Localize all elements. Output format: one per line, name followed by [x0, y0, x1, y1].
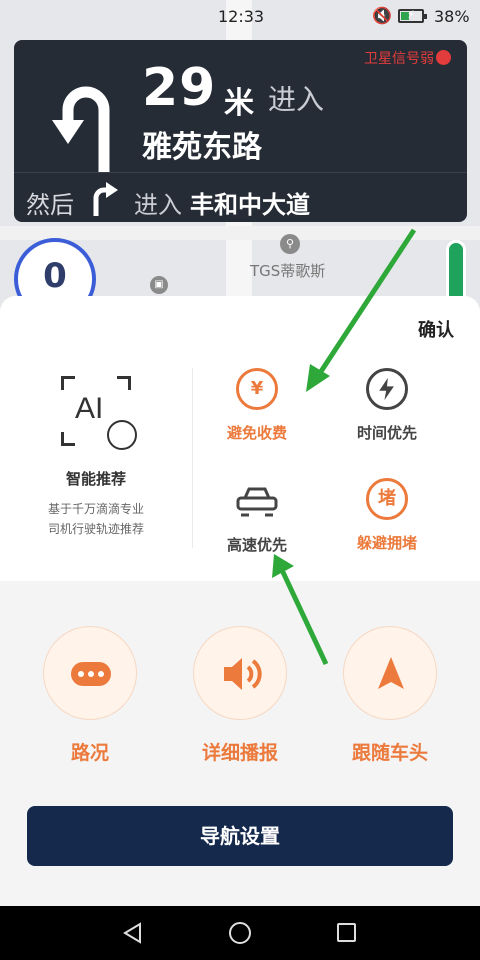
route-preference-sheet: 确认 AI 智能推荐 基于千万滴滴专业 司机行驶轨迹推荐 ¥ 避免收费 时间优先 — [0, 296, 480, 906]
clock: 12:33 — [218, 7, 265, 26]
confirm-button[interactable]: 确认 — [418, 316, 454, 342]
detailed-broadcast-button[interactable]: 详细播报 — [190, 626, 290, 765]
speed-value: 0 — [43, 256, 67, 296]
distance-unit: 米 — [224, 86, 254, 121]
avoid-toll-option[interactable]: ¥ 避免收费 — [202, 368, 312, 443]
map-poi-label: TGS蒂歌斯 — [250, 262, 326, 280]
then-action-label: 进入 — [134, 191, 182, 219]
time-first-option[interactable]: 时间优先 — [332, 368, 442, 443]
smart-recommend-option[interactable]: AI 智能推荐 基于千万滴滴专业 司机行驶轨迹推荐 — [0, 366, 192, 539]
then-label: 然后 — [26, 191, 74, 219]
map-road — [0, 226, 480, 240]
action-label: 进入 — [268, 83, 325, 116]
navigation-settings-button[interactable]: 导航设置 — [27, 806, 453, 866]
gps-status-label: 卫星信号弱 — [364, 51, 434, 67]
mute-icon: 🔇 — [372, 6, 392, 25]
home-icon[interactable] — [229, 922, 251, 944]
u-turn-icon — [52, 86, 110, 172]
next-road-name: 丰和中大道 — [190, 191, 310, 219]
recent-apps-icon[interactable] — [337, 923, 356, 942]
option-label: 避免收费 — [226, 424, 287, 442]
divider — [192, 368, 193, 548]
signal-weak-icon — [436, 50, 451, 65]
system-nav-bar — [0, 906, 480, 960]
distance-value: 29 — [142, 58, 217, 118]
charging-icon: ⚡ — [407, 8, 415, 21]
turn-guidance-card[interactable]: 29 米 进入 雅苑东路 卫星信号弱 然后 进入 丰和中大道 — [14, 40, 467, 222]
heading-up-label: 跟随车头 — [351, 742, 428, 764]
heading-arrow-icon — [343, 626, 437, 720]
ai-icon-text: AI — [75, 392, 104, 425]
status-bar: 12:33 🔇 ⚡ 38% — [0, 0, 480, 34]
option-label: 时间优先 — [356, 424, 417, 442]
option-label: 躲避拥堵 — [356, 534, 417, 552]
road-name: 雅苑东路 — [142, 130, 262, 165]
smart-recommend-desc-line: 司机行驶轨迹推荐 — [47, 522, 144, 536]
ai-recommend-icon: AI — [61, 376, 137, 450]
traffic-button[interactable]: 路况 — [40, 626, 140, 765]
restaurant-icon: ⚲ — [280, 234, 300, 254]
traffic-icon — [43, 626, 137, 720]
battery-percent: 38% — [434, 7, 470, 26]
highway-first-option[interactable]: 高速优先 — [202, 478, 312, 555]
turn-right-icon — [93, 182, 118, 216]
lightning-clock-icon — [366, 368, 408, 410]
preference-panel: 确认 AI 智能推荐 基于千万滴滴专业 司机行驶轨迹推荐 ¥ 避免收费 时间优先 — [0, 296, 480, 581]
lock-icon: ▣ — [150, 276, 168, 294]
congestion-icon: 堵 — [366, 478, 408, 520]
gps-status: 卫星信号弱 — [364, 48, 451, 68]
divider — [14, 172, 467, 173]
back-icon[interactable] — [122, 922, 144, 944]
avoid-congestion-option[interactable]: 堵 躲避拥堵 — [332, 478, 442, 553]
battery-icon: ⚡ — [398, 8, 427, 23]
smart-recommend-desc: 基于千万滴滴专业 司机行驶轨迹推荐 — [0, 499, 192, 539]
traffic-label: 路况 — [70, 742, 109, 764]
yen-icon: ¥ — [236, 368, 278, 410]
detailed-broadcast-label: 详细播报 — [201, 742, 278, 764]
highway-car-icon — [236, 487, 278, 517]
heading-up-button[interactable]: 跟随车头 — [340, 626, 440, 765]
speaker-icon — [193, 626, 287, 720]
smart-recommend-desc-line: 基于千万滴滴专业 — [47, 502, 144, 516]
option-label: 高速优先 — [226, 536, 287, 554]
driver-avatar-icon — [107, 420, 137, 450]
smart-recommend-title: 智能推荐 — [65, 470, 126, 488]
